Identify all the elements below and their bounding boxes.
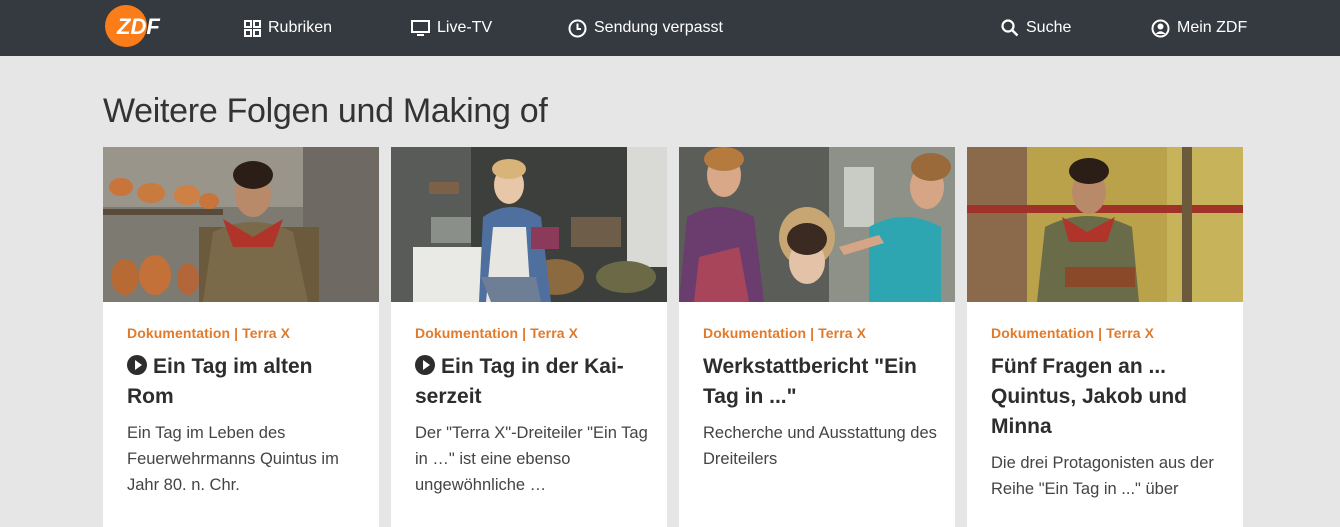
- teaser-title-line: Ein Tag im alten: [153, 355, 313, 378]
- nav-suche-label: Suche: [1026, 19, 1072, 36]
- grid-icon: [244, 19, 261, 37]
- zdf-logo[interactable]: ZDF: [103, 5, 173, 47]
- teaser-card-3[interactable]: Dokumentation | Terra X Werkstattbericht…: [679, 147, 955, 527]
- teaser-card-4[interactable]: Dokumentation | Terra X Fünf Fragen an .…: [967, 147, 1243, 527]
- teaser-title-line: Rom: [127, 385, 174, 408]
- play-circle-icon: [415, 355, 435, 375]
- search-icon: [1001, 19, 1019, 37]
- teaser-body-3: Dokumentation | Terra X Werkstattbericht…: [703, 325, 937, 472]
- teaser-body-2: Dokumentation | Terra X Ein Tag in der K…: [415, 325, 649, 498]
- teaser-title[interactable]: Werkstattbericht "Ein Tag in ...": [703, 352, 937, 412]
- clock-icon: [568, 19, 587, 37]
- teaser-card-2[interactable]: Dokumentation | Terra X Ein Tag in der K…: [391, 147, 667, 527]
- teaser-description: Recherche und Ausstattung des Dreiteiler…: [703, 424, 937, 468]
- teaser-category: Dokumentation | Terra X: [127, 325, 291, 341]
- teaser-title-line: Ein Tag in der Kai-: [441, 355, 624, 378]
- nav-suche[interactable]: Suche: [1001, 0, 1071, 56]
- teaser-title-line: Minna: [991, 415, 1052, 438]
- user-circle-icon: [1151, 19, 1170, 37]
- nav-live-tv-label: Live-TV: [437, 19, 493, 36]
- teaser-title-line: serzeit: [415, 385, 482, 408]
- teaser-image-2: [391, 147, 667, 302]
- top-navigation-bar: ZDF Rubriken Live-TV Sendung verpasst Su…: [0, 0, 1340, 56]
- teaser-image-4: [967, 147, 1243, 302]
- teaser-category: Dokumentation | Terra X: [415, 325, 579, 341]
- teaser-title[interactable]: Ein Tag im alten Rom: [127, 352, 361, 412]
- monitor-icon: [411, 19, 430, 36]
- teaser-title-line: Quintus, Jakob und: [991, 385, 1188, 408]
- play-circle-icon: [127, 355, 147, 375]
- teaser-body-4: Dokumentation | Terra X Fünf Fragen an .…: [991, 325, 1225, 502]
- nav-rubriken[interactable]: Rubriken: [244, 0, 332, 56]
- nav-sendung-verpasst-label: Sendung verpasst: [594, 19, 723, 36]
- nav-mein-zdf[interactable]: Mein ZDF: [1151, 0, 1247, 56]
- teaser-body-1: Dokumentation | Terra X Ein Tag im alten…: [127, 325, 361, 498]
- teaser-image-1: [103, 147, 379, 302]
- teaser-title[interactable]: Fünf Fragen an ... Quintus, Jakob und Mi…: [991, 352, 1225, 442]
- logo-text: ZDF: [116, 14, 160, 39]
- section-title: Weitere Folgen und Making of: [103, 92, 548, 130]
- nav-live-tv[interactable]: Live-TV: [411, 0, 492, 56]
- teaser-description: Der "Terra X"-Dreiteiler "Ein Tag in …" …: [415, 424, 648, 494]
- teaser-description: Ein Tag im Leben des Feuerwehrmanns Quin…: [127, 424, 339, 494]
- teaser-description: Die drei Protagonisten aus der Reihe "Ei…: [991, 454, 1214, 498]
- teaser-title[interactable]: Ein Tag in der Kai- serzeit: [415, 352, 649, 412]
- nav-sendung-verpasst[interactable]: Sendung verpasst: [568, 0, 723, 56]
- teaser-category: Dokumentation | Terra X: [703, 325, 867, 341]
- teaser-card-1[interactable]: Dokumentation | Terra X Ein Tag im alten…: [103, 147, 379, 527]
- nav-rubriken-label: Rubriken: [268, 19, 333, 36]
- teaser-category: Dokumentation | Terra X: [991, 325, 1155, 341]
- nav-mein-zdf-label: Mein ZDF: [1177, 19, 1248, 36]
- teaser-title-line: Tag in ...": [703, 385, 797, 408]
- teaser-image-3: [679, 147, 955, 302]
- teaser-title-line: Werkstattbericht "Ein: [703, 355, 917, 378]
- teaser-title-line: Fünf Fragen an ...: [991, 355, 1167, 378]
